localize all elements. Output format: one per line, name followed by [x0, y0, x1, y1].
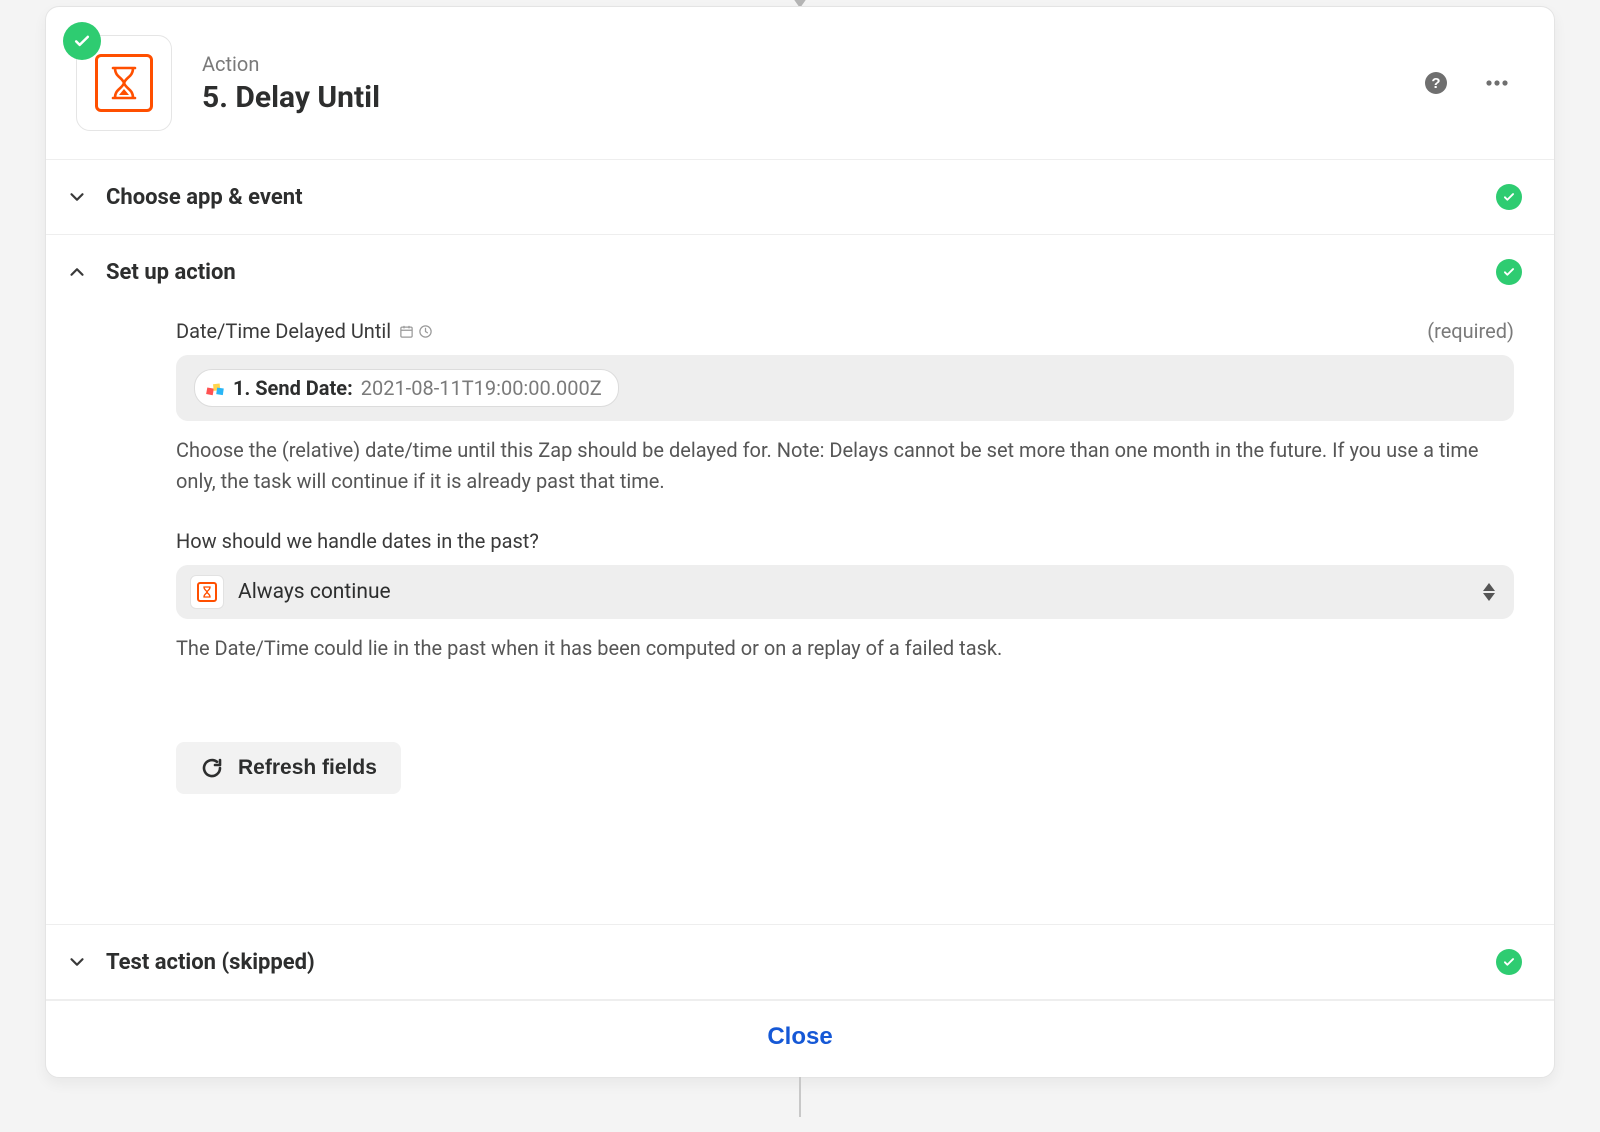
datetime-pill[interactable]: 1. Send Date: 2021-08-11T19:00:00.000Z	[194, 369, 619, 407]
section-setup-status	[1496, 259, 1522, 285]
source-app-icon	[205, 378, 225, 398]
select-app-icon	[190, 575, 224, 609]
flow-connector-bottom	[799, 1077, 801, 1117]
select-value: Always continue	[238, 580, 391, 604]
field1-label-text: Date/Time Delayed Until	[176, 319, 391, 343]
card-header: Action 5. Delay Until ?	[46, 7, 1554, 160]
field2-label: How should we handle dates in the past?	[176, 529, 539, 553]
field-required: (required)	[1427, 319, 1514, 343]
section-choose-app: Choose app & event	[46, 160, 1554, 235]
refresh-fields-button[interactable]: Refresh fields	[176, 742, 401, 794]
header-label: Action	[202, 52, 380, 76]
chevron-down-icon	[66, 951, 88, 973]
section-setup: Set up action Date/Time Delayed Until	[46, 235, 1554, 925]
sort-icon	[1482, 583, 1496, 601]
check-icon	[1496, 259, 1522, 285]
calendar-icon	[399, 324, 414, 339]
app-icon	[76, 35, 172, 131]
section-test-header[interactable]: Test action (skipped)	[46, 925, 1554, 999]
field2-help: The Date/Time could lie in the past when…	[176, 633, 1514, 664]
field-label: Date/Time Delayed Until	[176, 319, 433, 343]
section-test-status	[1496, 949, 1522, 975]
svg-text:?: ?	[1431, 75, 1440, 92]
chevron-up-icon	[66, 261, 88, 283]
pill-label: 1. Send Date:	[233, 376, 353, 400]
check-icon	[1496, 949, 1522, 975]
field-datetime-delayed-until: Date/Time Delayed Until	[176, 319, 1514, 497]
refresh-label: Refresh fields	[238, 756, 377, 780]
pill-value: 2021-08-11T19:00:00.000Z	[361, 376, 602, 400]
section-setup-body: Date/Time Delayed Until	[46, 309, 1554, 924]
section-test-title: Test action (skipped)	[106, 950, 315, 975]
help-button[interactable]: ?	[1420, 67, 1452, 99]
header-check-badge	[63, 22, 101, 60]
field-past-dates: How should we handle dates in the past? …	[176, 529, 1514, 664]
field1-help: Choose the (relative) date/time until th…	[176, 435, 1514, 497]
past-dates-select[interactable]: Always continue	[176, 565, 1514, 619]
help-icon: ?	[1424, 71, 1448, 95]
more-button[interactable]	[1480, 67, 1514, 99]
section-setup-header[interactable]: Set up action	[46, 235, 1554, 309]
section-test: Test action (skipped)	[46, 925, 1554, 1000]
card-footer: Close	[46, 1000, 1554, 1077]
close-button[interactable]: Close	[767, 1023, 832, 1051]
clock-icon	[418, 324, 433, 339]
header-title: 5. Delay Until	[202, 80, 380, 115]
more-icon	[1484, 71, 1510, 95]
datetime-input[interactable]: 1. Send Date: 2021-08-11T19:00:00.000Z	[176, 355, 1514, 421]
section-setup-title: Set up action	[106, 260, 236, 285]
check-icon	[1496, 184, 1522, 210]
hourglass-icon	[197, 582, 217, 602]
hourglass-icon	[95, 54, 153, 112]
section-choose-status	[1496, 184, 1522, 210]
refresh-icon	[200, 756, 224, 780]
section-choose-header[interactable]: Choose app & event	[46, 160, 1554, 234]
action-card: Action 5. Delay Until ?	[45, 6, 1555, 1078]
section-choose-title: Choose app & event	[106, 185, 303, 210]
chevron-down-icon	[66, 186, 88, 208]
